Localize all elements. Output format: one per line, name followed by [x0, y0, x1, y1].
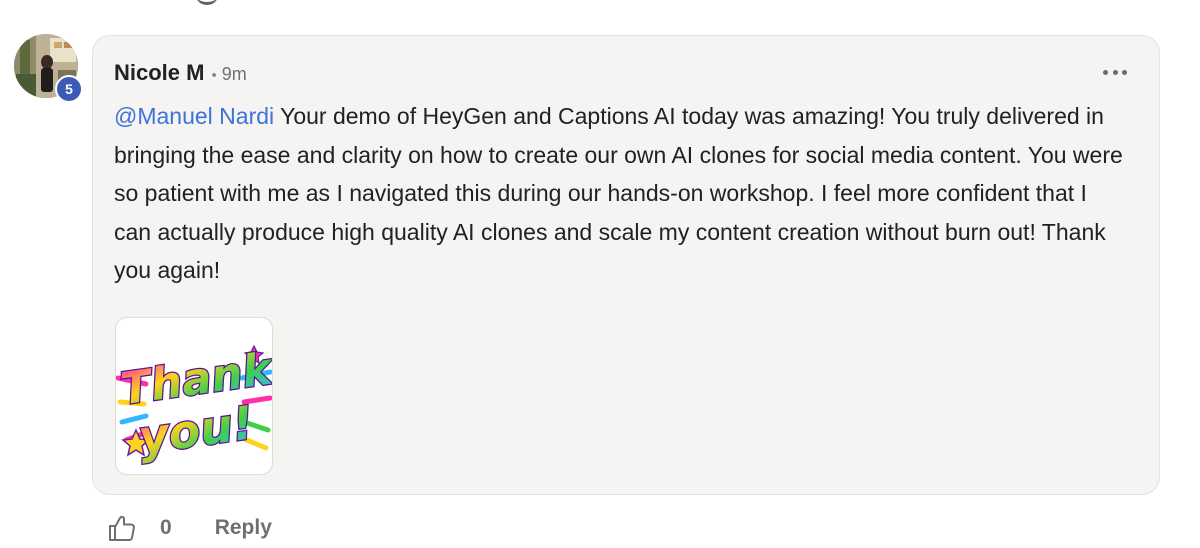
comment-text: @Manuel Nardi Your demo of HeyGen and Ca…	[114, 97, 1124, 290]
author-name[interactable]: Nicole M	[114, 60, 204, 86]
more-horizontal-icon	[1103, 69, 1108, 75]
comment-actions: 0 Reply	[107, 508, 272, 548]
comment-header: Nicole M • 9m	[114, 60, 247, 86]
attachment-image[interactable]: Thank you!	[115, 317, 273, 475]
thumbs-up-icon	[109, 515, 135, 541]
meta-separator: •	[211, 67, 217, 84]
thank-you-image: Thank you!	[116, 318, 272, 474]
comment-body-text: Your demo of HeyGen and Captions AI toda…	[114, 103, 1123, 283]
comment-bubble: Nicole M • 9m @Manuel Nardi Your demo of…	[92, 35, 1160, 495]
author-avatar-wrapper[interactable]: 5	[14, 34, 83, 103]
previous-item-fragment	[196, 0, 218, 5]
reply-button[interactable]: Reply	[215, 516, 272, 540]
mention-link[interactable]: @Manuel Nardi	[114, 103, 274, 129]
timestamp[interactable]: 9m	[222, 64, 247, 85]
level-badge: 5	[55, 75, 83, 103]
more-options-button[interactable]	[1101, 60, 1129, 84]
like-button[interactable]	[107, 512, 139, 544]
like-count: 0	[160, 516, 172, 539]
